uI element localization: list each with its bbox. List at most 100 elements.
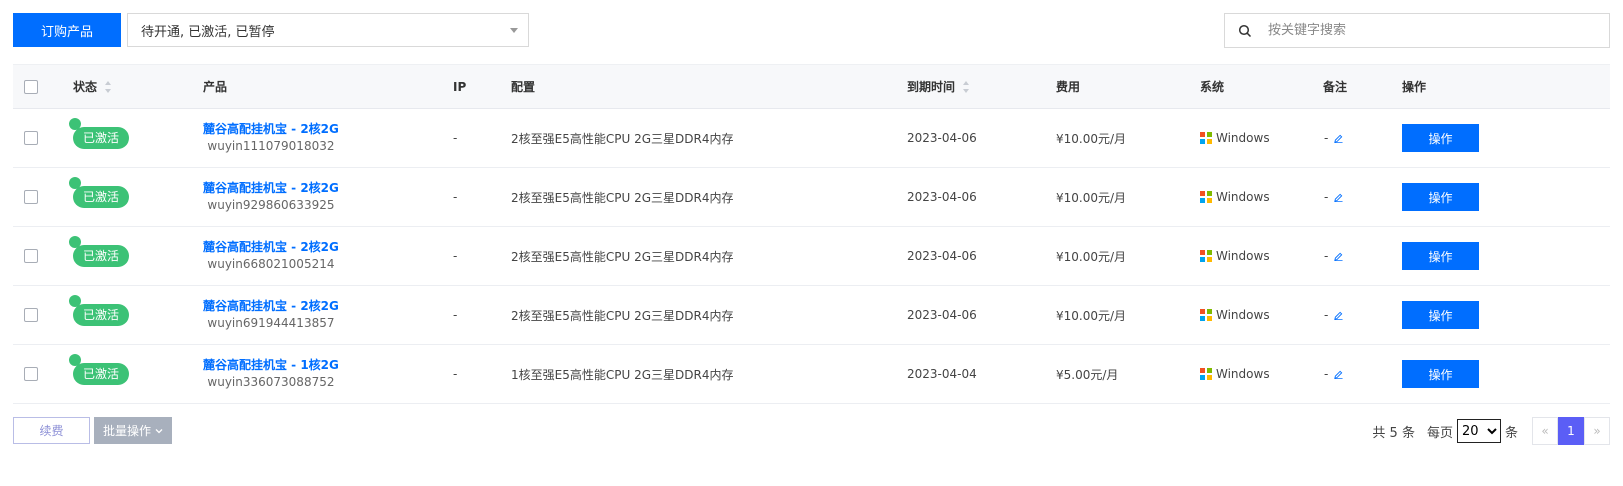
row-action-button[interactable]: 操作: [1402, 360, 1479, 388]
row-action-button[interactable]: 操作: [1402, 301, 1479, 329]
page-1-button[interactable]: 1: [1558, 417, 1584, 445]
fee-value: ¥5.00元/月: [1056, 367, 1119, 382]
product-name-link[interactable]: 麓谷高配挂机宝 - 2核2G: [203, 298, 339, 315]
status-badge: 已激活: [69, 118, 130, 149]
pencil-icon[interactable]: [1334, 252, 1343, 261]
expire-date: 2023-04-06: [907, 249, 977, 263]
row-action-button[interactable]: 操作: [1402, 183, 1479, 211]
remark-value: -: [1324, 131, 1329, 145]
row-checkbox[interactable]: [24, 249, 38, 263]
pencil-icon[interactable]: [1334, 311, 1343, 320]
status-badge: 已激活: [69, 177, 130, 208]
system-name: Windows: [1216, 308, 1270, 322]
table-row: 已激活 麓谷高配挂机宝 - 2核2G wuyin668021005214 - 2…: [13, 227, 1610, 286]
status-text: 已激活: [83, 308, 120, 322]
expire-date: 2023-04-04: [907, 367, 977, 381]
table-footer: 续费 批量操作 共 5 条 每页 20 条 « 1 »: [13, 417, 1610, 445]
remark-value: -: [1324, 249, 1329, 263]
product-id: wuyin929860633925: [207, 198, 335, 212]
ip-value: -: [453, 367, 458, 381]
row-action-button[interactable]: 操作: [1402, 124, 1479, 152]
status-badge: 已激活: [69, 236, 130, 267]
ip-value: -: [453, 308, 458, 322]
ip-value: -: [453, 131, 458, 145]
header-expire[interactable]: 到期时间: [907, 65, 970, 108]
pencil-icon[interactable]: [1334, 370, 1343, 379]
row-checkbox[interactable]: [24, 131, 38, 145]
buy-product-button[interactable]: 订购产品: [13, 13, 121, 47]
system-name: Windows: [1216, 367, 1270, 381]
status-filter-select[interactable]: 待开通, 已激活, 已暂停: [127, 13, 529, 47]
header-config: 配置: [511, 80, 536, 94]
header-ip: IP: [453, 79, 467, 94]
table-body: 已激活 麓谷高配挂机宝 - 2核2G wuyin111079018032 - 2…: [13, 109, 1610, 404]
row-checkbox[interactable]: [24, 367, 38, 381]
status-dot: [69, 295, 81, 307]
sort-icon: [963, 80, 970, 93]
config-value: 2核至强E5高性能CPU 2G三星DDR4内存: [511, 190, 734, 205]
select-all-checkbox[interactable]: [24, 79, 38, 94]
batch-operation-label: 批量操作: [102, 424, 151, 438]
status-text: 已激活: [83, 367, 120, 381]
header-system: 系统: [1200, 80, 1225, 94]
windows-logo-icon: [1200, 250, 1212, 262]
expire-date: 2023-04-06: [907, 190, 977, 204]
status-text: 已激活: [83, 131, 120, 145]
per-page-prefix: 每页: [1426, 425, 1453, 441]
windows-logo-icon: [1200, 132, 1212, 144]
search-input[interactable]: [1266, 22, 1570, 39]
product-id: wuyin668021005214: [207, 257, 335, 271]
table-header: 状态 产品 IP 配置 到期时间 费用 系统 备注 操作: [13, 64, 1610, 109]
per-page-select[interactable]: 20: [1456, 419, 1501, 443]
header-status[interactable]: 状态: [73, 65, 112, 108]
windows-logo-icon: [1200, 368, 1212, 380]
sort-icon: [105, 80, 112, 93]
status-text: 已激活: [83, 190, 120, 204]
ip-value: -: [453, 190, 458, 204]
remark-value: -: [1324, 190, 1329, 204]
config-value: 2核至强E5高性能CPU 2G三星DDR4内存: [511, 131, 734, 146]
product-name-link[interactable]: 麓谷高配挂机宝 - 2核2G: [203, 121, 339, 138]
fee-value: ¥10.00元/月: [1056, 190, 1127, 205]
total-count: 共 5 条: [1372, 425, 1415, 441]
ip-value: -: [453, 249, 458, 263]
table-row: 已激活 麓谷高配挂机宝 - 1核2G wuyin336073088752 - 1…: [13, 345, 1610, 404]
product-name-link[interactable]: 麓谷高配挂机宝 - 1核2G: [203, 357, 339, 374]
chevron-down-icon: [510, 28, 518, 33]
row-checkbox[interactable]: [24, 190, 38, 204]
table-row: 已激活 麓谷高配挂机宝 - 2核2G wuyin929860633925 - 2…: [13, 168, 1610, 227]
config-value: 2核至强E5高性能CPU 2G三星DDR4内存: [511, 308, 734, 323]
table-row: 已激活 麓谷高配挂机宝 - 2核2G wuyin111079018032 - 2…: [13, 109, 1610, 168]
pencil-icon[interactable]: [1334, 193, 1343, 202]
toolbar: 订购产品 待开通, 已激活, 已暂停: [13, 13, 1610, 48]
row-checkbox[interactable]: [24, 308, 38, 322]
next-page-button[interactable]: »: [1584, 417, 1610, 445]
row-action-button[interactable]: 操作: [1402, 242, 1479, 270]
product-id: wuyin691944413857: [207, 316, 335, 330]
header-fee: 费用: [1056, 80, 1081, 94]
status-dot: [69, 236, 81, 248]
per-page-suffix: 条: [1504, 425, 1518, 441]
system-name: Windows: [1216, 249, 1270, 263]
status-badge: 已激活: [69, 295, 130, 326]
pencil-icon[interactable]: [1334, 134, 1343, 143]
product-name-link[interactable]: 麓谷高配挂机宝 - 2核2G: [203, 239, 339, 256]
batch-operation-button[interactable]: 批量操作: [94, 417, 172, 444]
system-name: Windows: [1216, 190, 1270, 204]
prev-page-button[interactable]: «: [1532, 417, 1558, 445]
search-box[interactable]: [1224, 13, 1610, 48]
expire-date: 2023-04-06: [907, 308, 977, 322]
header-product: 产品: [203, 80, 228, 94]
expire-date: 2023-04-06: [907, 131, 977, 145]
product-id: wuyin336073088752: [207, 375, 335, 389]
status-badge: 已激活: [69, 354, 130, 385]
header-action: 操作: [1402, 80, 1427, 94]
remark-value: -: [1324, 367, 1329, 381]
product-name-link[interactable]: 麓谷高配挂机宝 - 2核2G: [203, 180, 339, 197]
status-dot: [69, 118, 81, 130]
fee-value: ¥10.00元/月: [1056, 308, 1127, 323]
windows-logo-icon: [1200, 191, 1212, 203]
renew-button[interactable]: 续费: [13, 417, 90, 444]
pagination: 共 5 条 每页 20 条 « 1 »: [1372, 417, 1610, 445]
config-value: 1核至强E5高性能CPU 2G三星DDR4内存: [511, 367, 734, 382]
